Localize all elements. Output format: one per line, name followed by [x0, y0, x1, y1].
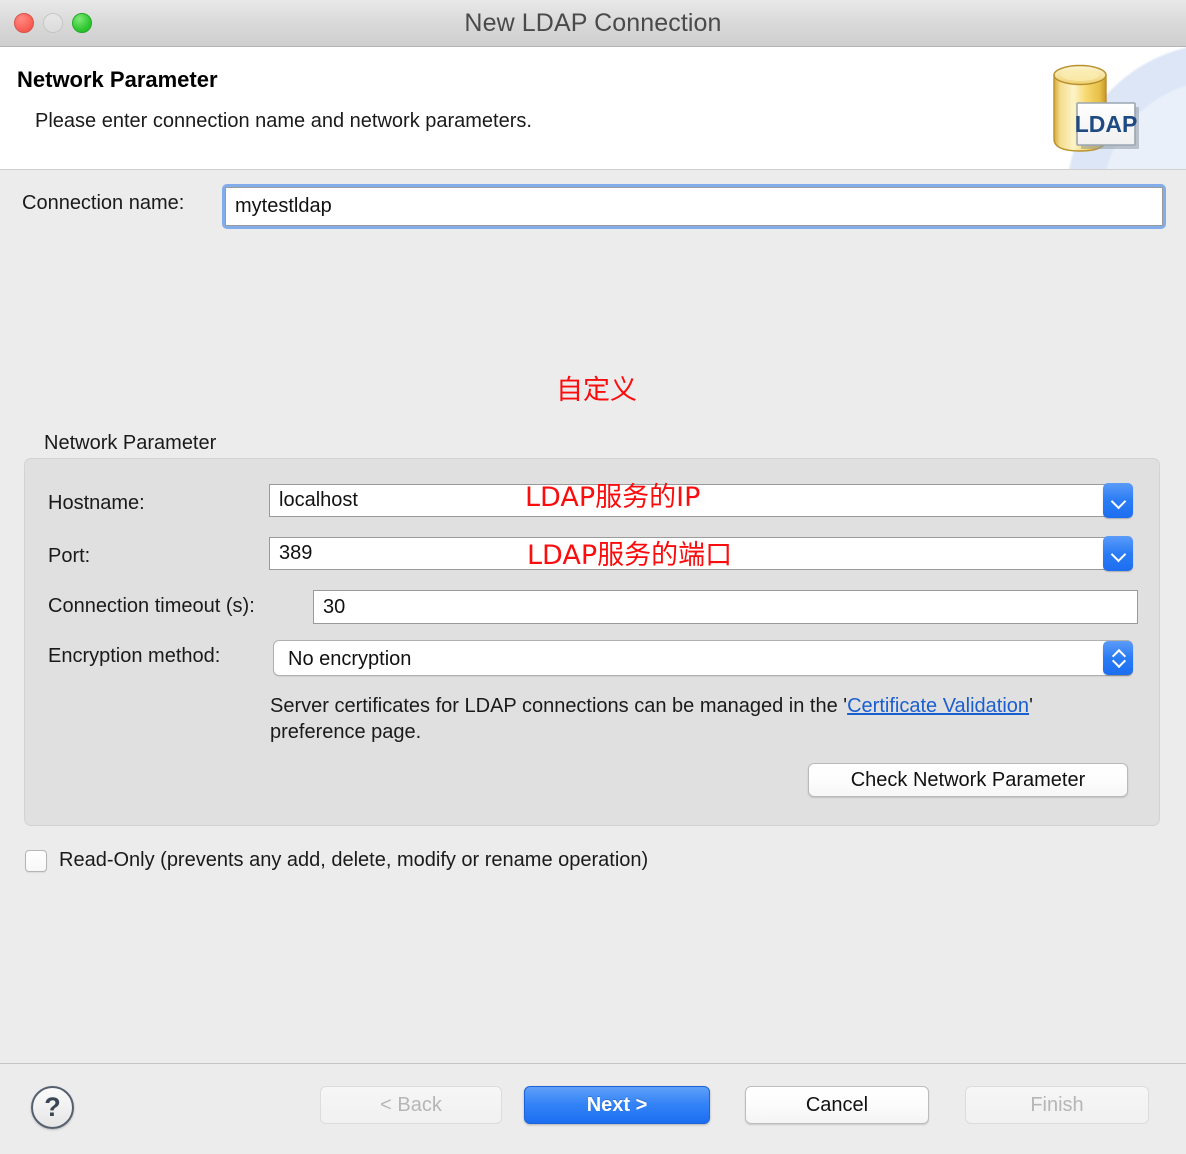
page-subtitle: Please enter connection name and network… — [35, 110, 532, 132]
read-only-label: Read-Only (prevents any add, delete, mod… — [59, 849, 649, 871]
chevron-down-icon — [1112, 547, 1125, 560]
port-input[interactable] — [269, 537, 1130, 570]
connection-name-focus-ring — [222, 184, 1166, 229]
port-label: Port: — [48, 545, 91, 567]
wizard-header: Network Parameter Please enter connectio… — [0, 47, 1186, 170]
encryption-method-label: Encryption method: — [48, 645, 221, 667]
chevron-up-down-icon — [1111, 646, 1126, 670]
wizard-footer: ? < Back Next > Cancel Finish — [0, 1064, 1186, 1153]
hostname-label: Hostname: — [48, 492, 145, 514]
encryption-method-select[interactable]: No encryption — [273, 640, 1133, 676]
network-parameter-group-legend: Network Parameter — [44, 432, 217, 454]
title-bar: New LDAP Connection — [0, 0, 1186, 47]
finish-button[interactable]: Finish — [965, 1086, 1149, 1124]
connection-name-row: Connection name: — [0, 184, 1186, 230]
check-network-parameter-button[interactable]: Check Network Parameter — [808, 763, 1128, 797]
port-dropdown-button[interactable] — [1103, 536, 1133, 571]
minimize-window-button[interactable] — [43, 13, 63, 33]
back-button[interactable]: < Back — [320, 1086, 502, 1124]
help-icon[interactable]: ? — [31, 1086, 74, 1129]
window-title: New LDAP Connection — [464, 8, 722, 37]
ldap-database-icon: LDAP — [1053, 64, 1139, 152]
connection-timeout-input[interactable] — [313, 590, 1138, 624]
connection-timeout-label: Connection timeout (s): — [48, 595, 255, 617]
window-controls — [14, 13, 92, 33]
annotation-connection-name: 自定义 — [556, 375, 637, 406]
close-window-button[interactable] — [14, 13, 34, 33]
certificate-validation-link[interactable]: Certificate Validation — [847, 695, 1029, 717]
wizard-body: Connection name: 自定义 Network Parameter H… — [0, 170, 1186, 1064]
page-title: Network Parameter — [17, 67, 218, 92]
certificate-note: Server certificates for LDAP connections… — [270, 693, 1080, 745]
encryption-method-value: No encryption — [288, 648, 412, 670]
svg-text:LDAP: LDAP — [1075, 111, 1138, 137]
dialog-window: New LDAP Connection Network Parameter Pl… — [0, 0, 1186, 1154]
encryption-method-stepper[interactable] — [1103, 641, 1133, 675]
maximize-window-button[interactable] — [72, 13, 92, 33]
connection-name-label: Connection name: — [22, 192, 185, 214]
chevron-down-icon — [1112, 494, 1125, 507]
read-only-checkbox[interactable] — [25, 849, 47, 872]
next-button[interactable]: Next > — [524, 1086, 710, 1124]
read-only-row[interactable]: Read-Only (prevents any add, delete, mod… — [25, 849, 648, 872]
certificate-note-text-before: Server certificates for LDAP connections… — [270, 695, 848, 717]
cancel-button[interactable]: Cancel — [745, 1086, 929, 1124]
hostname-dropdown-button[interactable] — [1103, 483, 1133, 518]
hostname-input[interactable] — [269, 484, 1130, 517]
connection-name-input[interactable] — [225, 187, 1163, 226]
